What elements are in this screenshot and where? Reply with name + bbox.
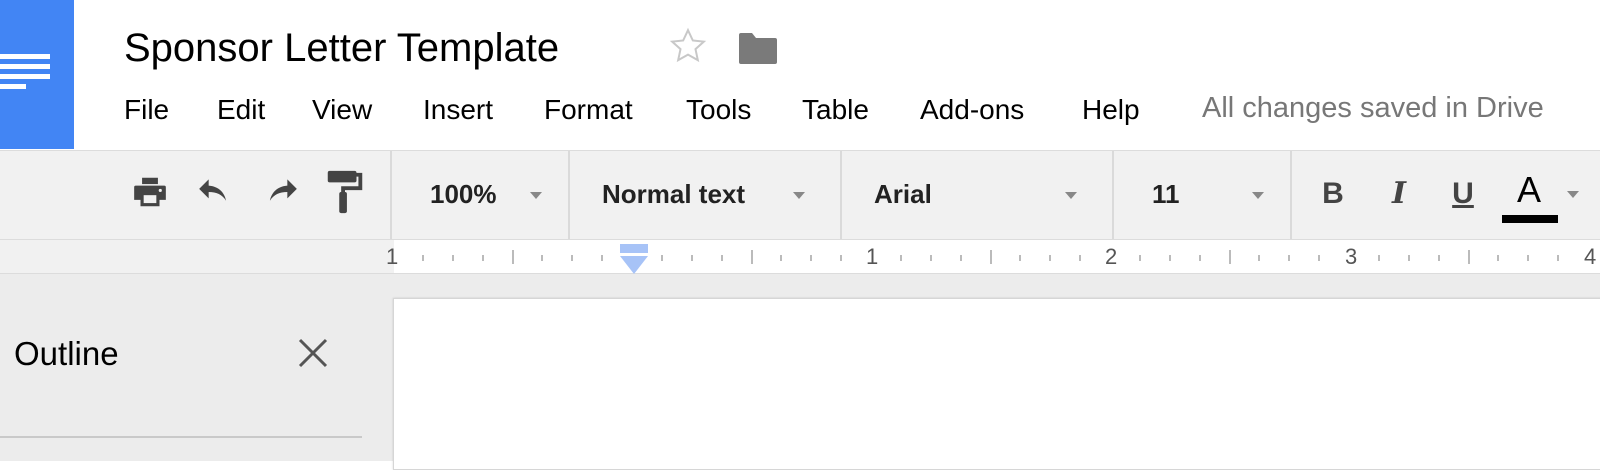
ruler-tick: [930, 255, 932, 261]
close-icon[interactable]: [296, 336, 330, 375]
folder-icon[interactable]: [737, 31, 779, 70]
ruler-tick: [990, 250, 992, 264]
ruler-tick: [1288, 255, 1290, 261]
document-page[interactable]: [393, 298, 1600, 470]
ruler-tick: [661, 255, 663, 261]
ruler-tick: [1468, 250, 1470, 264]
ruler: 1 1 2 3 4: [0, 240, 1600, 274]
toolbar-separator: [1290, 151, 1292, 239]
ruler-margin: [0, 240, 394, 273]
ruler-tick: [691, 255, 693, 261]
ruler-tick: [601, 255, 603, 261]
menu-edit[interactable]: Edit: [217, 90, 265, 130]
font-size-select[interactable]: 11: [1114, 151, 1290, 239]
ruler-tick: [1438, 255, 1440, 261]
menu-view[interactable]: View: [312, 90, 372, 130]
underline-button[interactable]: U: [1441, 173, 1485, 217]
ruler-tick: [1408, 255, 1410, 261]
save-status[interactable]: All changes saved in Drive: [1202, 88, 1544, 128]
ruler-tick: [1169, 255, 1171, 261]
toolbar: 100% Normal text Arial 11 B I U A: [0, 150, 1600, 240]
ruler-tick: [422, 255, 424, 261]
ruler-tick: [840, 255, 842, 261]
underline-icon: U: [1452, 177, 1474, 210]
docs-icon: [0, 54, 50, 89]
paragraph-style-select[interactable]: Normal text: [570, 151, 840, 239]
ruler-tick: [721, 255, 723, 261]
chevron-down-icon: [530, 192, 542, 199]
text-color-button[interactable]: A: [1500, 169, 1558, 223]
ruler-tick: [1199, 255, 1201, 261]
ruler-tick: [1258, 255, 1260, 261]
undo-icon[interactable]: [195, 173, 235, 216]
menu-addons[interactable]: Add-ons: [920, 90, 1024, 130]
chevron-down-icon: [1252, 192, 1264, 199]
chevron-down-icon: [793, 192, 805, 199]
bold-button[interactable]: B: [1311, 173, 1355, 217]
ruler-tick: [512, 250, 514, 264]
ruler-tick: [1557, 255, 1559, 261]
redo-icon[interactable]: [261, 173, 301, 216]
text-color-dropdown-icon[interactable]: [1567, 191, 1579, 198]
font-size-value: 11: [1152, 179, 1180, 209]
text-color-swatch: [1502, 215, 1558, 223]
document-title[interactable]: Sponsor Letter Template: [124, 24, 559, 72]
outline-divider: [0, 436, 362, 438]
print-icon[interactable]: [131, 173, 169, 216]
docs-header: Sponsor Letter Template File Edit View I…: [0, 0, 1600, 150]
ruler-tick: [1049, 255, 1051, 261]
ruler-number: 1: [386, 244, 399, 269]
ruler-number: 3: [1345, 244, 1358, 269]
ruler-tick: [900, 255, 902, 261]
bold-icon: B: [1322, 177, 1344, 210]
outline-title: Outline: [14, 335, 119, 372]
star-icon[interactable]: [668, 26, 708, 71]
docs-home-button[interactable]: [0, 0, 74, 149]
ruler-tick: [1527, 255, 1529, 261]
ruler-tick: [751, 250, 753, 264]
workspace: Outline: [0, 274, 1600, 470]
font-value: Arial: [874, 179, 932, 209]
ruler-tick: [1318, 255, 1320, 261]
ruler-tick: [1378, 255, 1380, 261]
ruler-tick: [482, 255, 484, 261]
ruler-tick: [780, 255, 782, 261]
menu-help[interactable]: Help: [1082, 90, 1140, 130]
text-color-icon: A: [1516, 169, 1541, 210]
ruler-tick: [1139, 255, 1141, 261]
ruler-tick: [960, 255, 962, 261]
menu-file[interactable]: File: [124, 90, 169, 130]
ruler-number: 1: [866, 244, 879, 269]
paragraph-style-value: Normal text: [602, 179, 746, 209]
zoom-select[interactable]: 100%: [392, 151, 568, 239]
ruler-tick: [571, 255, 573, 261]
ruler-tick: [1079, 255, 1081, 261]
ruler-tick: [452, 255, 454, 261]
ruler-tick: [541, 255, 543, 261]
italic-icon: I: [1391, 176, 1407, 211]
ruler-tick: [1229, 250, 1231, 264]
ruler-number: 2: [1105, 244, 1118, 269]
ruler-tick: [1019, 255, 1021, 261]
font-select[interactable]: Arial: [842, 151, 1112, 239]
ruler-tick: [1497, 255, 1499, 261]
chevron-down-icon: [1065, 192, 1077, 199]
menu-format[interactable]: Format: [544, 90, 633, 130]
ruler-number: 4: [1584, 244, 1597, 269]
zoom-value: 100%: [430, 179, 497, 209]
outline-panel: Outline: [0, 274, 370, 461]
menu-table[interactable]: Table: [802, 90, 869, 130]
ruler-tick: [810, 255, 812, 261]
menu-tools[interactable]: Tools: [686, 90, 751, 130]
paint-format-icon[interactable]: [325, 169, 365, 220]
italic-button[interactable]: I: [1377, 173, 1421, 217]
menu-insert[interactable]: Insert: [423, 90, 493, 130]
